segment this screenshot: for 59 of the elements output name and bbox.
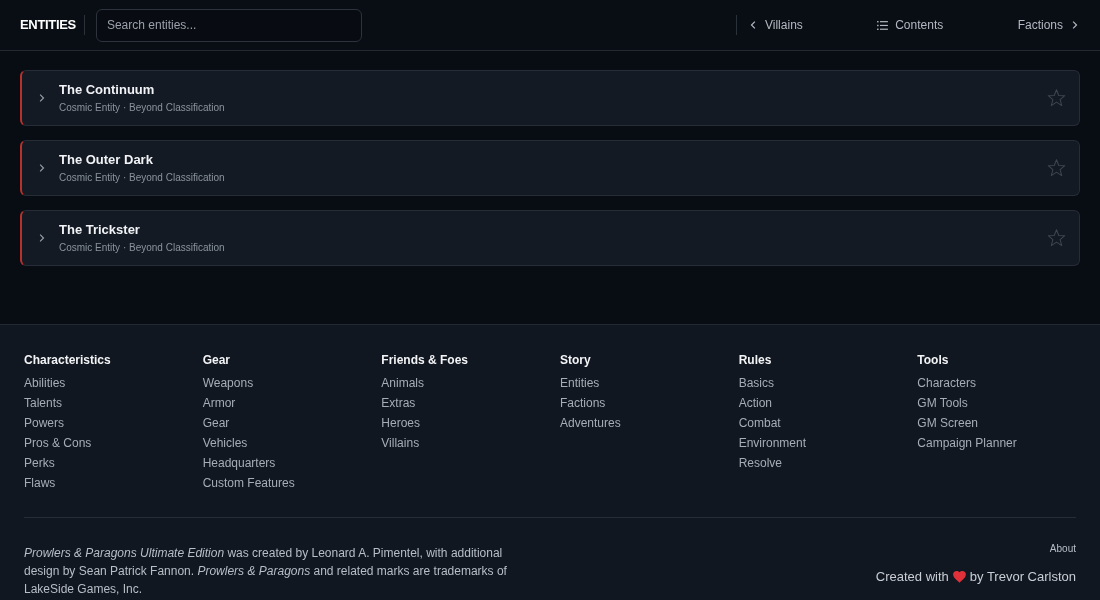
- footer-heading: Gear: [202, 352, 230, 368]
- footer-link[interactable]: Environment: [738, 433, 807, 453]
- star-icon[interactable]: [1047, 89, 1066, 107]
- footer-link[interactable]: Adventures: [560, 413, 621, 433]
- page-title: ENTITIES: [20, 16, 76, 35]
- footer-heading: Friends & Foes: [381, 352, 468, 368]
- footer-link[interactable]: GM Screen: [917, 413, 978, 433]
- footer-link[interactable]: Heroes: [381, 413, 420, 433]
- list-icon: [877, 20, 889, 30]
- about-link[interactable]: About: [1049, 541, 1076, 556]
- footer-link[interactable]: Campaign Planner: [917, 433, 1017, 453]
- footer-link[interactable]: Animals: [381, 373, 424, 393]
- entity-card[interactable]: The Continuum Cosmic Entity · Beyond Classification: [20, 70, 1080, 126]
- footer-link[interactable]: Gear: [202, 413, 230, 433]
- footer-link[interactable]: Weapons: [202, 373, 254, 393]
- footer-link[interactable]: Flaws: [24, 473, 56, 493]
- entity-name: The Continuum: [59, 82, 156, 98]
- heart-icon: [952, 570, 966, 583]
- credits-text: Prowlers & Paragons Ultimate Edition was created by Leonard A. Pimentel, with additional design by Sean Patrick Fannon. Prowlers & Paragons and related marks are trademarks of LakeSide Games, Inc.: [24, 545, 508, 598]
- entity-subtitle: Cosmic Entity · Beyond Classification: [59, 171, 225, 184]
- star-icon[interactable]: [1047, 159, 1066, 177]
- footer-link[interactable]: Armor: [202, 393, 236, 413]
- footer-link[interactable]: Custom Features: [202, 473, 295, 493]
- chevron-left-icon: [750, 20, 756, 30]
- entity-card[interactable]: The Trickster Cosmic Entity · Beyond Classification: [20, 210, 1080, 266]
- footer-link[interactable]: Headquarters: [202, 453, 276, 473]
- contents-link[interactable]: Contents: [877, 16, 944, 34]
- entity-card[interactable]: The Outer Dark Cosmic Entity · Beyond Classification: [20, 140, 1080, 196]
- footer-link[interactable]: Resolve: [738, 453, 782, 473]
- author-text: by Trevor Carlston: [969, 568, 1076, 586]
- footer-link[interactable]: Characters: [917, 373, 976, 393]
- footer-link[interactable]: Vehicles: [202, 433, 248, 453]
- footer-link[interactable]: GM Tools: [917, 393, 968, 413]
- footer-heading: Characteristics: [24, 352, 111, 368]
- footer-link[interactable]: Perks: [24, 453, 55, 473]
- entity-name: The Outer Dark: [59, 152, 154, 168]
- previous-link[interactable]: Villains: [750, 16, 803, 34]
- footer-heading: Story: [560, 352, 591, 368]
- entity-name: The Trickster: [59, 222, 141, 238]
- footer-link[interactable]: Pros & Cons: [24, 433, 92, 453]
- footer-link[interactable]: Action: [738, 393, 772, 413]
- footer-link[interactable]: Entities: [560, 373, 600, 393]
- footer-link[interactable]: Combat: [738, 413, 781, 433]
- created-with-text: Created with: [875, 568, 949, 586]
- footer-link[interactable]: Villains: [381, 433, 420, 453]
- footer-heading: Tools: [917, 352, 949, 368]
- entity-subtitle: Cosmic Entity · Beyond Classification: [59, 241, 225, 254]
- footer-link[interactable]: Powers: [24, 413, 64, 433]
- entity-subtitle: Cosmic Entity · Beyond Classification: [59, 101, 225, 114]
- search-field[interactable]: Search entities...: [95, 8, 362, 42]
- next-link[interactable]: Factions: [1017, 16, 1078, 34]
- footer-heading: Rules: [738, 352, 772, 368]
- footer-link[interactable]: Extras: [381, 393, 416, 413]
- footer-link[interactable]: Factions: [560, 393, 606, 413]
- footer-link[interactable]: Talents: [24, 393, 63, 413]
- footer-link[interactable]: Abilities: [24, 373, 66, 393]
- star-icon[interactable]: [1047, 229, 1066, 247]
- chevron-right-icon: [1072, 20, 1078, 30]
- footer-link[interactable]: Basics: [738, 373, 774, 393]
